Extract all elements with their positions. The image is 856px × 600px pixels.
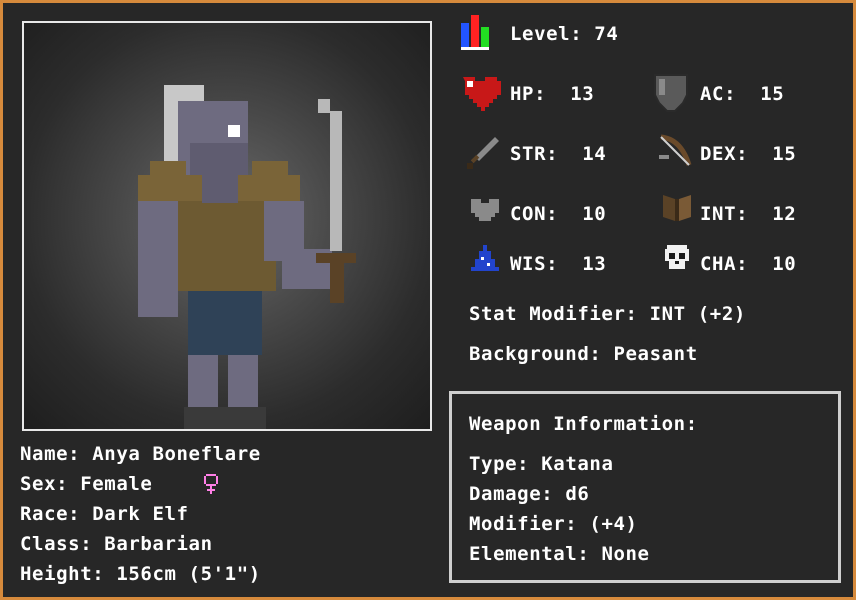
hp-row: HP: 13 [510,83,594,105]
spellbook-icon [663,195,691,221]
race-label: Race: [20,503,81,525]
cha-label: CHA: [700,253,749,275]
height-label: Height: [20,563,105,585]
sex-row: Sex: Female [20,473,152,495]
name-value: Anya Boneflare [92,443,261,465]
race-row: Race: Dark Elf [20,503,189,525]
name-row: Name: Anya Boneflare [20,443,261,465]
bow-icon [659,134,692,166]
background-row: Background: Peasant [469,343,698,365]
cha-row: CHA: 10 [700,253,796,275]
con-label: CON: [510,203,559,225]
dex-row: DEX: 15 [700,143,796,165]
skull-icon [665,245,689,269]
str-row: STR: 14 [510,143,606,165]
wis-row: WIS: 13 [510,253,606,275]
stat-modifier-value: INT (+2) [649,303,746,325]
character-sheet-frame: Name: Anya Boneflare Sex: Female Race: D… [0,0,856,600]
str-label: STR: [510,143,559,165]
sex-value: Female [80,473,153,495]
weapon-elemental-label: Elemental: [469,543,590,565]
weapon-elemental-value: None [601,543,650,565]
character-portrait [22,21,432,431]
class-row: Class: Barbarian [20,533,213,555]
name-label: Name: [20,443,81,465]
ac-label: AC: [700,83,737,105]
weapon-info-title: Weapon Information: [469,413,698,435]
int-row: INT: 12 [700,203,796,225]
dex-value: 15 [772,143,797,165]
hp-label: HP: [510,83,547,105]
shield-icon [654,74,688,112]
hp-value: 13 [570,83,595,105]
ac-value: 15 [760,83,785,105]
cha-value: 10 [772,253,797,275]
weapon-damage-label: Damage: [469,483,554,505]
shoulder-armor-icon [471,199,499,221]
level-label: Level: [510,23,583,45]
con-value: 10 [582,203,607,225]
int-label: INT: [700,203,749,225]
background-value: Peasant [613,343,698,365]
height-value: 156cm (5'1") [116,563,261,585]
sex-label: Sex: [20,473,69,495]
level-value: 74 [594,23,619,45]
int-value: 12 [772,203,797,225]
dex-label: DEX: [700,143,749,165]
con-row: CON: 10 [510,203,606,225]
level-bars-icon [461,15,489,50]
weapon-modifier-value: (+4) [589,513,638,535]
weapon-modifier-row: Modifier: (+4) [469,513,638,535]
weapon-elemental-row: Elemental: None [469,543,650,565]
wizard-hat-icon [471,245,499,271]
weapon-type-value: Katana [541,453,614,475]
weapon-type-label: Type: [469,453,530,475]
level-row: Level: 74 [510,23,618,45]
weapon-damage-value: d6 [565,483,590,505]
background-label: Background: [469,343,602,365]
ac-row: AC: 15 [700,83,784,105]
heart-icon [463,77,501,111]
weapon-damage-row: Damage: d6 [469,483,589,505]
wis-value: 13 [582,253,607,275]
wis-label: WIS: [510,253,559,275]
class-label: Class: [20,533,93,555]
weapon-type-row: Type: Katana [469,453,613,475]
stat-modifier-label: Stat Modifier: [469,303,638,325]
str-value: 14 [582,143,607,165]
weapon-modifier-label: Modifier: [469,513,578,535]
race-value: Dark Elf [92,503,189,525]
sword-icon [467,137,499,169]
height-row: Height: 156cm (5'1") [20,563,261,585]
female-symbol-icon [204,474,218,494]
class-value: Barbarian [104,533,213,555]
stat-modifier-row: Stat Modifier: INT (+2) [469,303,746,325]
